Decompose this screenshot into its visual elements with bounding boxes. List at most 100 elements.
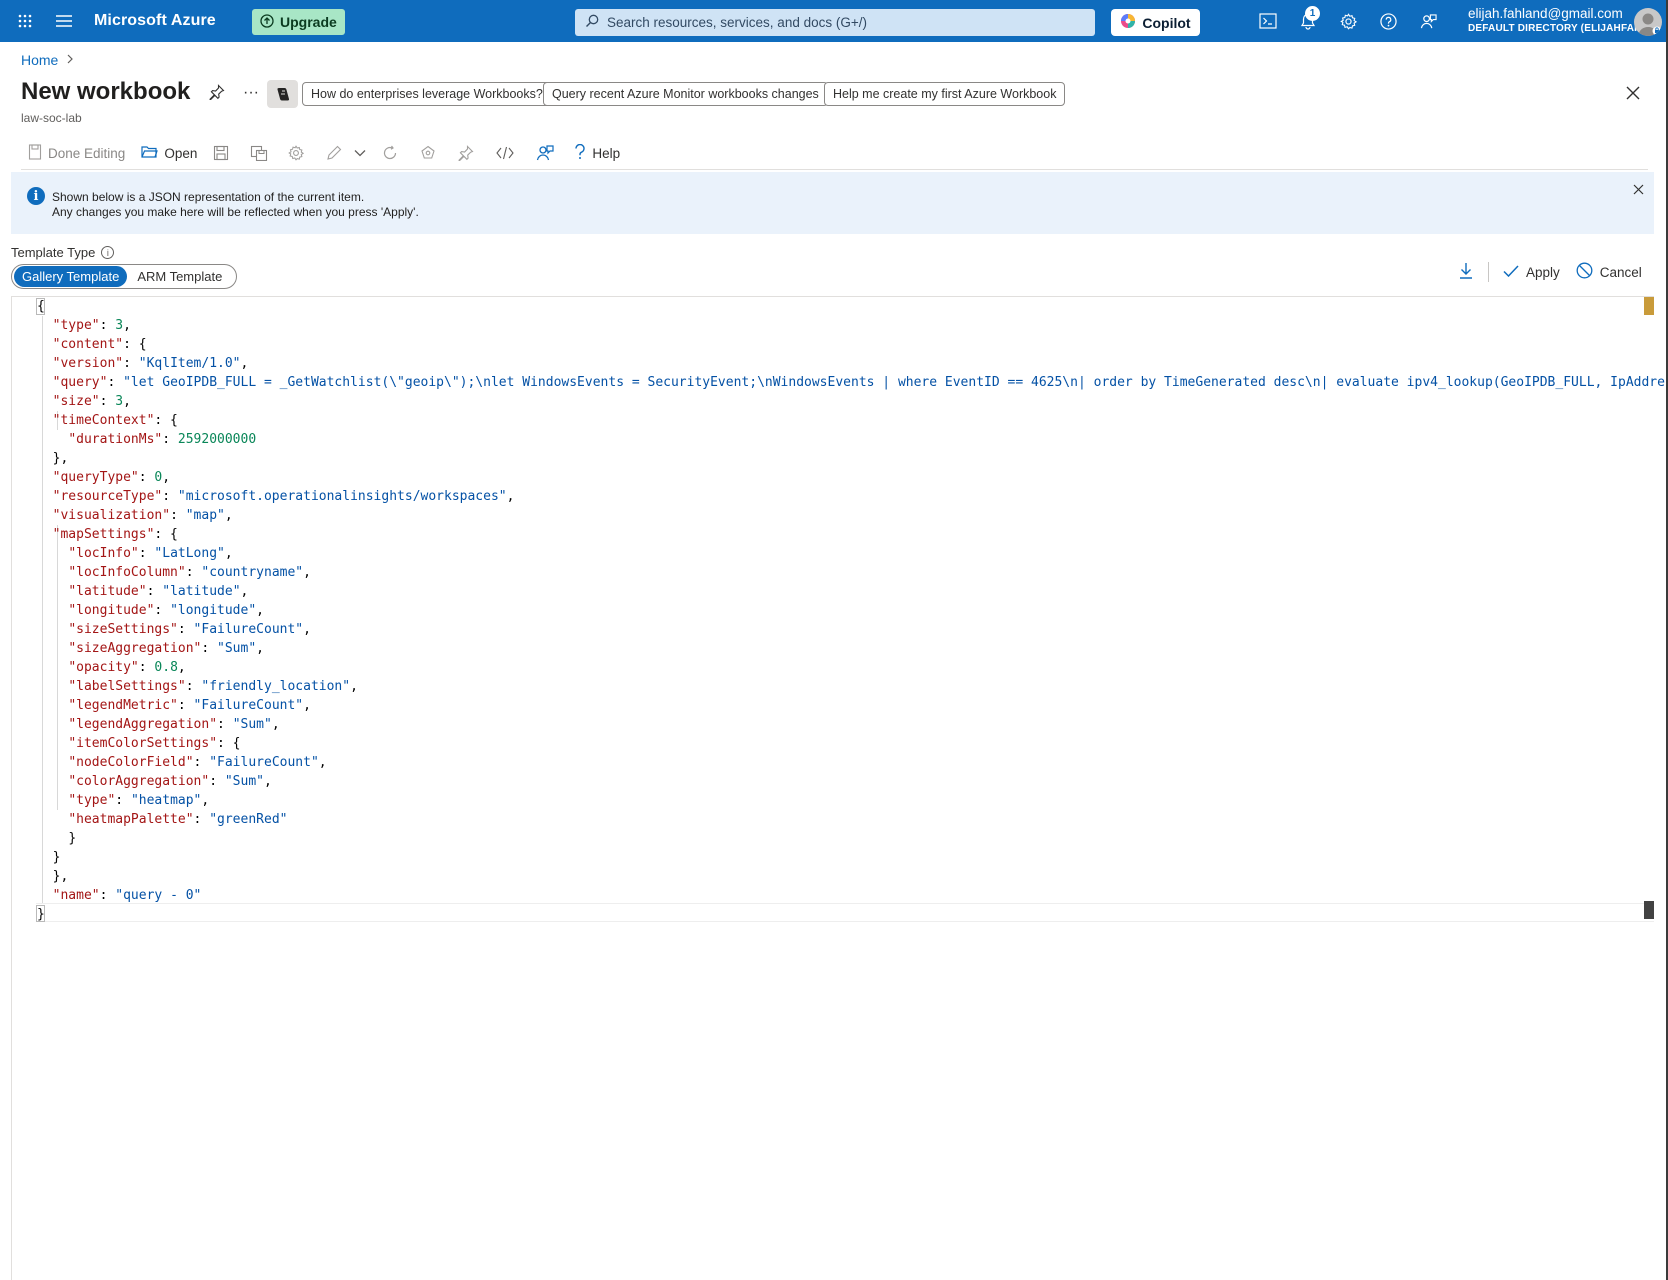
top-bar: Microsoft Azure Upgrade Search resources… bbox=[0, 0, 1668, 42]
settings-gear-icon[interactable] bbox=[1328, 0, 1368, 42]
notifications-bell-icon[interactable]: 1 bbox=[1288, 0, 1328, 42]
refresh-icon[interactable] bbox=[382, 145, 398, 161]
code-line: "type": 3, bbox=[52, 318, 131, 333]
code-line: "longitude": "longitude", bbox=[68, 603, 264, 618]
code-line: "queryType": 0, bbox=[52, 470, 171, 485]
save-as-icon[interactable] bbox=[250, 145, 268, 161]
copilot-label: Copilot bbox=[1142, 14, 1191, 31]
help-question-icon[interactable] bbox=[1368, 0, 1408, 42]
download-icon[interactable] bbox=[1458, 262, 1474, 283]
code-line: } bbox=[37, 907, 45, 922]
json-editor[interactable]: { "type": 3, "content": { "version": "Kq… bbox=[11, 296, 1668, 1280]
save-icon[interactable] bbox=[213, 145, 229, 161]
account-info[interactable]: elijah.fahland@gmail.com DEFAULT DIRECTO… bbox=[1468, 6, 1651, 36]
avatar[interactable] bbox=[1634, 8, 1662, 36]
brand-name[interactable]: Microsoft Azure bbox=[94, 12, 216, 30]
suggestion-chip-enterprise-workbooks[interactable]: How do enterprises leverage Workbooks? bbox=[302, 82, 552, 106]
code-line: "sizeSettings": "FailureCount", bbox=[68, 622, 311, 637]
close-icon[interactable] bbox=[1624, 84, 1644, 104]
gallery-template-option[interactable]: Gallery Template bbox=[14, 266, 128, 287]
copilot-suggestions-icon[interactable] bbox=[267, 80, 298, 108]
code-line: "labelSettings": "friendly_location", bbox=[68, 679, 358, 694]
more-options-icon[interactable]: ··· bbox=[243, 84, 259, 102]
code-line: "locInfo": "LatLong", bbox=[68, 546, 233, 561]
global-search-input[interactable]: Search resources, services, and docs (G+… bbox=[575, 9, 1095, 36]
info-line-2: Any changes you make here will be reflec… bbox=[52, 205, 419, 219]
open-button[interactable]: Open bbox=[141, 145, 197, 162]
code-line: "size": 3, bbox=[52, 394, 131, 409]
code-line: "name": "query - 0" bbox=[52, 888, 202, 903]
account-email: elijah.fahland@gmail.com bbox=[1468, 6, 1623, 21]
code-line: "nodeColorField": "FailureCount", bbox=[68, 755, 327, 770]
folder-open-icon bbox=[141, 145, 159, 162]
pin-icon[interactable] bbox=[209, 84, 225, 105]
code-line: "latitude": "latitude", bbox=[68, 584, 249, 599]
breadcrumb-home[interactable]: Home bbox=[21, 52, 58, 68]
code-line: }, bbox=[52, 451, 69, 466]
done-editing-button[interactable]: Done Editing bbox=[28, 143, 126, 163]
app-launcher-icon[interactable] bbox=[7, 0, 43, 42]
overview-ruler-mark bbox=[1644, 297, 1654, 315]
chevron-down-icon[interactable] bbox=[354, 149, 366, 157]
copilot-button[interactable]: Copilot bbox=[1111, 9, 1200, 36]
info-circle-icon[interactable]: i bbox=[101, 246, 115, 259]
code-line: } bbox=[68, 831, 77, 846]
upgrade-button[interactable]: Upgrade bbox=[252, 9, 345, 35]
code-view-icon[interactable] bbox=[496, 146, 515, 160]
code-line: "colorAggregation": "Sum", bbox=[68, 774, 272, 789]
code-line: "legendAggregation": "Sum", bbox=[68, 717, 280, 732]
search-icon bbox=[585, 14, 599, 31]
feedback-icon[interactable] bbox=[536, 144, 554, 162]
cancel-button[interactable]: Cancel bbox=[1576, 262, 1642, 282]
code-line: "sizeAggregation": "Sum", bbox=[68, 641, 264, 656]
template-type-label: Template Type i bbox=[11, 245, 115, 260]
code-line: "type": "heatmap", bbox=[68, 793, 210, 808]
question-mark-icon bbox=[574, 143, 586, 163]
suggestion-chip-first-workbook[interactable]: Help me create my first Azure Workbook bbox=[824, 82, 1066, 106]
current-line-highlight bbox=[36, 903, 1654, 922]
upgrade-icon bbox=[260, 13, 274, 31]
apply-button[interactable]: Apply bbox=[1503, 265, 1560, 280]
template-type-text: Template Type bbox=[11, 245, 96, 260]
code-area[interactable]: { "type": 3, "content": { "version": "Kq… bbox=[12, 297, 1668, 937]
info-line-1: Shown below is a JSON representation of … bbox=[52, 190, 365, 204]
info-banner: i Shown below is a JSON representation o… bbox=[11, 172, 1654, 234]
page-subtitle: law-soc-lab bbox=[21, 111, 82, 125]
arm-template-option[interactable]: ARM Template bbox=[127, 266, 234, 287]
done-editing-label: Done Editing bbox=[48, 145, 126, 161]
account-directory: DEFAULT DIRECTORY (ELIJAHFAH... bbox=[1468, 23, 1651, 34]
dismiss-banner-icon[interactable] bbox=[1633, 182, 1644, 198]
code-line: }, bbox=[52, 869, 69, 884]
code-line: "timeContext": { bbox=[52, 413, 178, 428]
chevron-right-icon bbox=[66, 53, 74, 67]
breadcrumb: Home bbox=[21, 52, 74, 68]
pin-icon[interactable] bbox=[458, 145, 474, 161]
code-line: "query": "let GeoIPDB_FULL = _GetWatchli… bbox=[52, 375, 1668, 390]
code-line: "opacity": 0.8, bbox=[68, 660, 186, 675]
suggestion-chip-recent-changes[interactable]: Query recent Azure Monitor workbooks cha… bbox=[543, 82, 828, 106]
cloud-shell-icon[interactable] bbox=[1248, 0, 1288, 42]
cancel-label: Cancel bbox=[1599, 264, 1642, 280]
settings-gear-icon[interactable] bbox=[288, 145, 305, 161]
copilot-icon bbox=[1120, 13, 1136, 32]
editor-scrollbar[interactable] bbox=[1642, 297, 1655, 937]
template-type-toggle: Gallery Template ARM Template bbox=[11, 264, 238, 289]
code-line: "mapSettings": { bbox=[52, 527, 178, 542]
page-title: New workbook bbox=[21, 78, 191, 105]
help-label: Help bbox=[592, 145, 621, 161]
code-line: "version": "KqlItem/1.0", bbox=[52, 356, 249, 371]
toolbar-divider bbox=[21, 169, 1648, 170]
workbook-toolbar: Done Editing Open Help bbox=[20, 140, 620, 166]
code-line: "content": { bbox=[52, 337, 147, 352]
code-line: "legendMetric": "FailureCount", bbox=[68, 698, 311, 713]
cancel-circle-icon bbox=[1576, 262, 1593, 282]
code-line: "durationMs": 2592000000 bbox=[68, 432, 257, 447]
code-line: "visualization": "map", bbox=[52, 508, 233, 523]
hamburger-menu-icon[interactable] bbox=[46, 0, 82, 42]
help-button[interactable]: Help bbox=[574, 143, 621, 163]
code-line: } bbox=[52, 850, 61, 865]
share-icon[interactable] bbox=[420, 145, 436, 161]
edit-pencil-icon[interactable] bbox=[326, 145, 342, 161]
feedback-icon[interactable] bbox=[1408, 0, 1448, 42]
code-line: { bbox=[37, 299, 45, 314]
